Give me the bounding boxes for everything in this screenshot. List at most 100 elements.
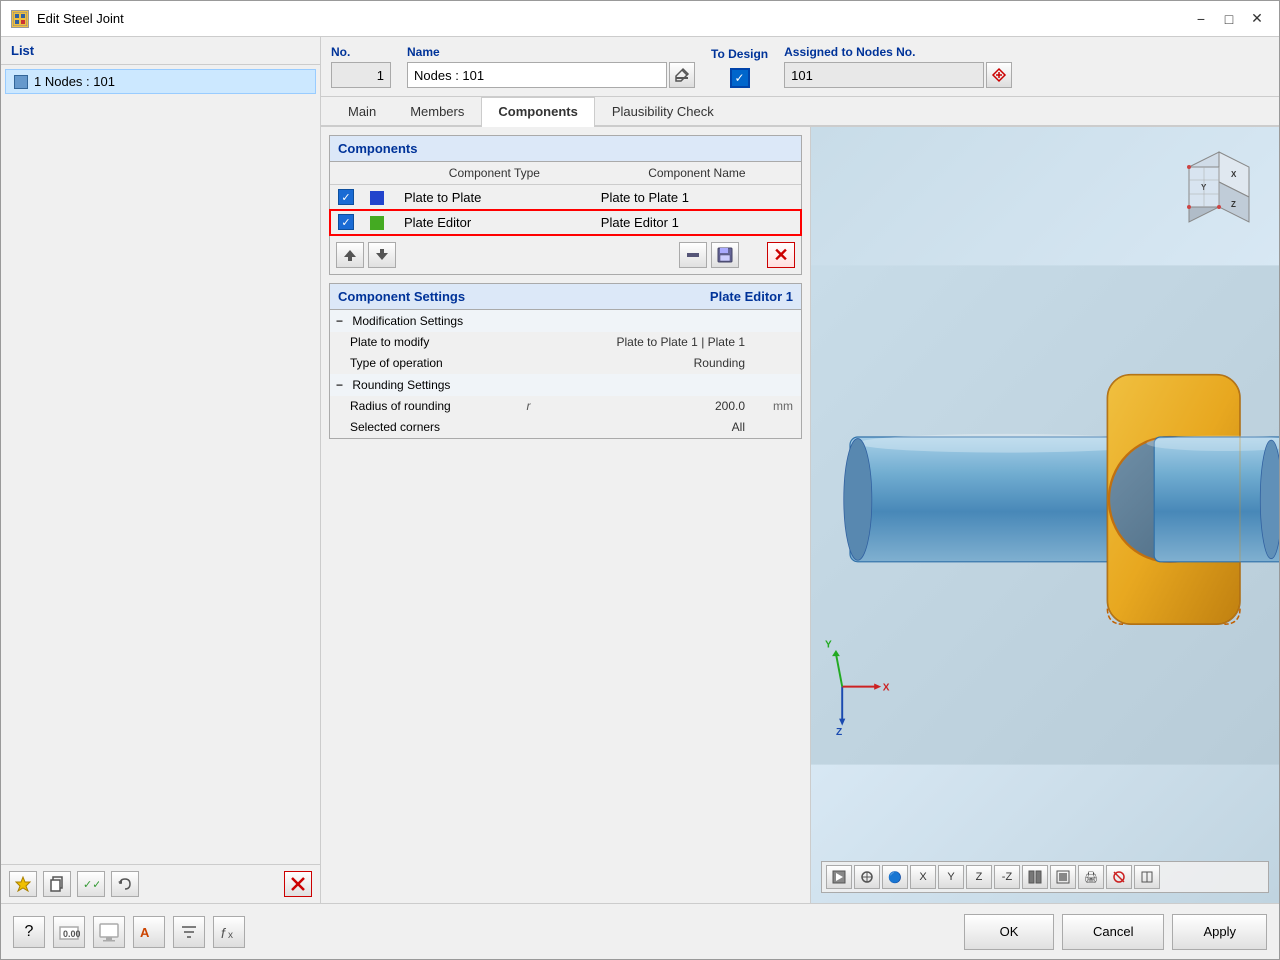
filter-button[interactable] xyxy=(173,916,205,948)
vp-btn-y[interactable]: Y xyxy=(938,865,964,889)
move-down-button[interactable] xyxy=(368,242,396,268)
tab-main[interactable]: Main xyxy=(331,97,393,125)
no-input[interactable] xyxy=(331,62,391,88)
minimize-button[interactable]: − xyxy=(1189,8,1213,30)
tab-plausibility[interactable]: Plausibility Check xyxy=(595,97,731,125)
save-component-button[interactable] xyxy=(711,242,739,268)
settings-row: Type of operation Rounding xyxy=(330,353,801,374)
section-row-modification: − Modification Settings xyxy=(330,310,801,332)
name-field-group: Name xyxy=(407,45,695,88)
list-content: 1 Nodes : 101 xyxy=(1,65,320,864)
copy-button[interactable] xyxy=(43,871,71,897)
vp-btn-4[interactable] xyxy=(1022,865,1048,889)
section-toggle-rounding[interactable]: − xyxy=(336,378,343,392)
move-up-button[interactable] xyxy=(336,242,364,268)
setting-value: All xyxy=(538,417,753,438)
setting-symbol xyxy=(506,417,538,438)
assigned-action-button[interactable] xyxy=(986,62,1012,88)
vp-btn-5[interactable] xyxy=(1050,865,1076,889)
main-content: List 1 Nodes : 101 ✓✓ xyxy=(1,37,1279,903)
name-edit-button[interactable] xyxy=(669,62,695,88)
setting-symbol xyxy=(506,332,538,353)
title-bar: Edit Steel Joint − □ ✕ xyxy=(1,1,1279,37)
close-button[interactable]: ✕ xyxy=(1245,8,1269,30)
table-row[interactable]: ✓ Plate Editor Plate Editor 1 xyxy=(330,210,801,235)
settings-header-subtitle: Plate Editor 1 xyxy=(710,289,793,304)
main-window: Edit Steel Joint − □ ✕ List 1 Nodes : 10… xyxy=(0,0,1280,960)
tab-content-area: Components Component Type Component Name xyxy=(321,127,1279,903)
window-title: Edit Steel Joint xyxy=(37,11,124,26)
components-panel-header: Components xyxy=(330,136,801,162)
setting-value: Plate to Plate 1 | Plate 1 xyxy=(538,332,753,353)
col-type: Component Type xyxy=(396,162,593,185)
right-panel: No. Name To Design ✓ xyxy=(321,37,1279,903)
vp-btn-8[interactable] xyxy=(1134,865,1160,889)
settings-header-label: Component Settings xyxy=(338,289,465,304)
row1-type: Plate to Plate xyxy=(396,185,593,210)
formula-button[interactable]: fx xyxy=(213,916,245,948)
row2-type: Plate Editor xyxy=(396,210,593,235)
row1-name: Plate to Plate 1 xyxy=(593,185,801,210)
undo-button[interactable] xyxy=(111,871,139,897)
vp-btn-1[interactable] xyxy=(826,865,852,889)
svg-text:✓✓: ✓✓ xyxy=(83,879,99,891)
setting-label: Plate to modify xyxy=(330,332,506,353)
display-button[interactable] xyxy=(93,916,125,948)
viewport[interactable]: Y X Z xyxy=(811,127,1279,903)
assigned-label: Assigned to Nodes No. xyxy=(784,45,1012,59)
vp-btn-minus-z[interactable]: -Z xyxy=(994,865,1020,889)
assigned-field-with-btn xyxy=(784,62,1012,88)
title-controls: − □ ✕ xyxy=(1189,8,1269,30)
vp-btn-3[interactable]: 🔵 xyxy=(882,865,908,889)
svg-text:Z: Z xyxy=(836,727,842,738)
vp-btn-6[interactable]: 🖨 xyxy=(1078,865,1104,889)
setting-label: Selected corners xyxy=(330,417,506,438)
svg-text:0.00: 0.00 xyxy=(63,929,80,939)
row2-checkbox[interactable]: ✓ xyxy=(338,214,354,230)
maximize-button[interactable]: □ xyxy=(1217,8,1241,30)
no-label: No. xyxy=(331,45,391,59)
app-icon xyxy=(11,10,29,28)
apply-button[interactable]: Apply xyxy=(1172,914,1267,950)
vp-btn-z[interactable]: Z xyxy=(966,865,992,889)
list-item[interactable]: 1 Nodes : 101 xyxy=(5,69,316,94)
list-item-icon xyxy=(14,75,28,89)
svg-text:f: f xyxy=(221,925,227,941)
check-all-button[interactable]: ✓✓ xyxy=(77,871,105,897)
vp-btn-2[interactable] xyxy=(854,865,880,889)
settings-area: Components Component Type Component Name xyxy=(321,127,811,903)
viewport-toolbar: 🔵 X Y Z -Z 🖨 xyxy=(821,861,1269,893)
settings-table: − Modification Settings Plate to modify … xyxy=(330,310,801,438)
section-toggle-modification[interactable]: − xyxy=(336,314,343,328)
settings-row: Plate to modify Plate to Plate 1 | Plate… xyxy=(330,332,801,353)
setting-unit xyxy=(753,417,801,438)
to-design-label: To Design xyxy=(711,47,768,61)
object-button[interactable]: A xyxy=(133,916,165,948)
assigned-input[interactable] xyxy=(784,62,984,88)
cancel-button[interactable]: Cancel xyxy=(1062,914,1164,950)
add-component-button[interactable] xyxy=(679,242,707,268)
assigned-field-group: Assigned to Nodes No. xyxy=(784,45,1012,88)
name-input[interactable] xyxy=(407,62,667,88)
delete-list-button[interactable] xyxy=(284,871,312,897)
vp-btn-x[interactable]: X xyxy=(910,865,936,889)
row1-checkbox[interactable]: ✓ xyxy=(338,189,354,205)
setting-unit xyxy=(753,332,801,353)
table-row[interactable]: ✓ Plate to Plate Plate to Plate 1 xyxy=(330,185,801,210)
to-design-checkbox[interactable]: ✓ xyxy=(730,68,750,88)
setting-unit: mm xyxy=(753,396,801,417)
add-star-button[interactable] xyxy=(9,871,37,897)
delete-component-button[interactable]: ✕ xyxy=(767,242,795,268)
title-bar-left: Edit Steel Joint xyxy=(11,10,124,28)
tab-components[interactable]: Components xyxy=(481,97,594,127)
setting-value: 200.0 xyxy=(538,396,753,417)
values-button[interactable]: 0.00 xyxy=(53,916,85,948)
setting-label: Radius of rounding xyxy=(330,396,506,417)
vp-btn-7[interactable] xyxy=(1106,865,1132,889)
left-panel: List 1 Nodes : 101 ✓✓ xyxy=(1,37,321,903)
components-table: Component Type Component Name ✓ Plate to… xyxy=(330,162,801,235)
tab-members[interactable]: Members xyxy=(393,97,481,125)
help-button[interactable]: ? xyxy=(13,916,45,948)
svg-text:X: X xyxy=(883,683,890,694)
ok-button[interactable]: OK xyxy=(964,914,1054,950)
